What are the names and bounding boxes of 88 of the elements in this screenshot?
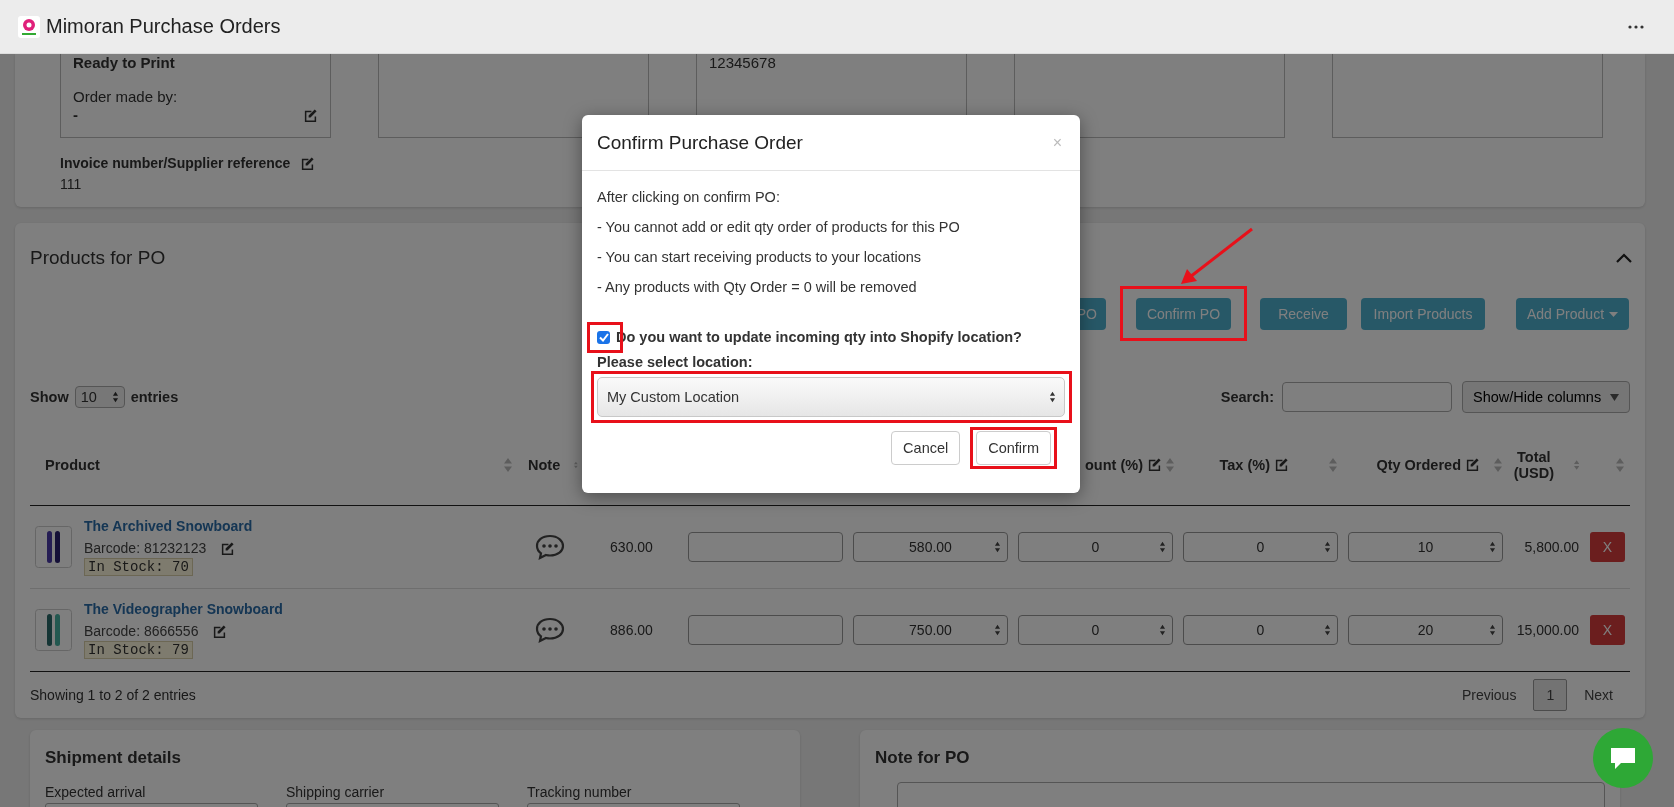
remove-button[interactable]: X [1590,615,1625,645]
spinner-icon[interactable] [994,541,1001,553]
field-label: Expected arrival [45,784,147,800]
edit-icon[interactable] [212,623,228,639]
next-button[interactable]: Next [1567,679,1630,711]
location-select[interactable]: My Custom Location [597,377,1065,417]
spinner-icon[interactable] [1324,541,1331,553]
spinner-icon [111,391,119,403]
dialog-title: Confirm Purchase Order [597,131,803,154]
barcode-text: Barcode: 81232123 [84,540,207,556]
show-label: Show [30,389,69,405]
spinner-icon[interactable] [1489,624,1496,636]
more-icon[interactable] [1628,24,1644,29]
table-cell-text: 886.00 [609,622,654,638]
dialog-text: - Any products with Qty Order = 0 will be removed [597,278,918,297]
edit-icon[interactable] [1274,457,1289,472]
table-cell-text: 630.00 [609,539,654,555]
dialog-button[interactable]: Confirm [976,431,1051,465]
spinner-icon[interactable] [1324,624,1331,636]
made-by-value: - [73,106,78,124]
number-field[interactable]: 0 [1183,615,1338,645]
stock-badge: In Stock: 79 [84,641,193,659]
spinner-icon[interactable] [1159,541,1166,553]
dialog-text: After clicking on confirm PO: [597,188,781,207]
number-field[interactable]: 10 [1348,532,1503,562]
card-title: Shipment details [45,748,183,768]
remove-button[interactable]: X [1590,532,1625,562]
edit-icon[interactable] [1465,457,1480,472]
edit-icon[interactable] [300,155,316,171]
invoice-label: Invoice number/Supplier reference [60,155,291,171]
stock-badge: In Stock: 70 [84,558,193,576]
number-field[interactable]: 750.00 [853,615,1008,645]
invoice-value: 111 [60,176,83,192]
number-field[interactable]: 0 [1018,532,1173,562]
barcode-text: Barcode: 8666556 [84,623,199,639]
text-field[interactable] [688,615,843,645]
edit-icon[interactable] [220,540,236,556]
column-header[interactable]: Product [45,456,100,473]
search-label: Search: [1220,389,1274,405]
entries-label: entries [130,389,179,405]
table-cell-text: 15,000.00 [1515,622,1580,638]
field-label: Shipping carrier [286,784,386,800]
table-cell-text: 5,800.00 [1523,539,1580,555]
dialog-text: - You cannot add or edit qty order of products for this PO [597,218,961,237]
page-size-select[interactable]: 10 [74,386,125,408]
column-header[interactable]: Total (USD) [1508,448,1560,481]
entries-info: Showing 1 to 2 of 2 entries [30,687,196,703]
section-title: Products for PO [30,247,166,269]
location-label: Please select location: [597,353,754,372]
column-header[interactable]: Note [528,456,561,473]
spinner-icon[interactable] [994,624,1001,636]
search-field[interactable] [1282,382,1452,412]
edit-icon[interactable] [1147,457,1162,472]
column-header[interactable]: ount (%) [1085,456,1143,473]
number-field[interactable]: 0 [1018,615,1173,645]
edit-icon[interactable] [303,107,318,123]
dialog-text: - You can start receiving products to your locations [597,248,922,267]
number-field[interactable]: 580.00 [853,532,1008,562]
chevron-up-icon[interactable] [1616,253,1632,263]
column-header[interactable]: Tax (%) [1219,456,1270,473]
page-button[interactable]: 1 [1533,679,1568,711]
logo-icon [18,15,40,38]
product-link[interactable]: The Archived Snowboard [84,518,253,534]
column-header[interactable]: Qty Ordered [1376,456,1461,473]
product-thumbnail [35,609,72,651]
chat-button[interactable] [1593,728,1653,788]
made-by-label: Order made by: [73,88,179,106]
comment-icon[interactable] [535,534,565,560]
product-link[interactable]: The Videographer Snowboard [84,601,283,617]
reference-value: 12345678 [709,54,777,72]
update-checkbox[interactable] [597,330,610,344]
product-thumbnail [35,526,72,568]
previous-button[interactable]: Previous [1444,679,1534,711]
status-text: Ready to Print [73,54,176,72]
dialog-button[interactable]: Cancel [891,431,961,465]
number-field[interactable]: 20 [1348,615,1503,645]
text-field[interactable] [688,532,843,562]
columns-button[interactable]: Show/Hide columns [1462,381,1630,413]
spinner-icon[interactable] [1489,541,1496,553]
spinner-icon [1049,391,1056,403]
app-title: Mimoran Purchase Orders [46,15,282,38]
caret-icon [1610,393,1619,401]
number-field[interactable]: 0 [1183,532,1338,562]
chat-icon [1609,745,1637,771]
card-title: Note for PO [875,748,971,768]
comment-icon[interactable] [535,617,565,643]
field-label: Tracking number [527,784,633,800]
spinner-icon[interactable] [1159,624,1166,636]
